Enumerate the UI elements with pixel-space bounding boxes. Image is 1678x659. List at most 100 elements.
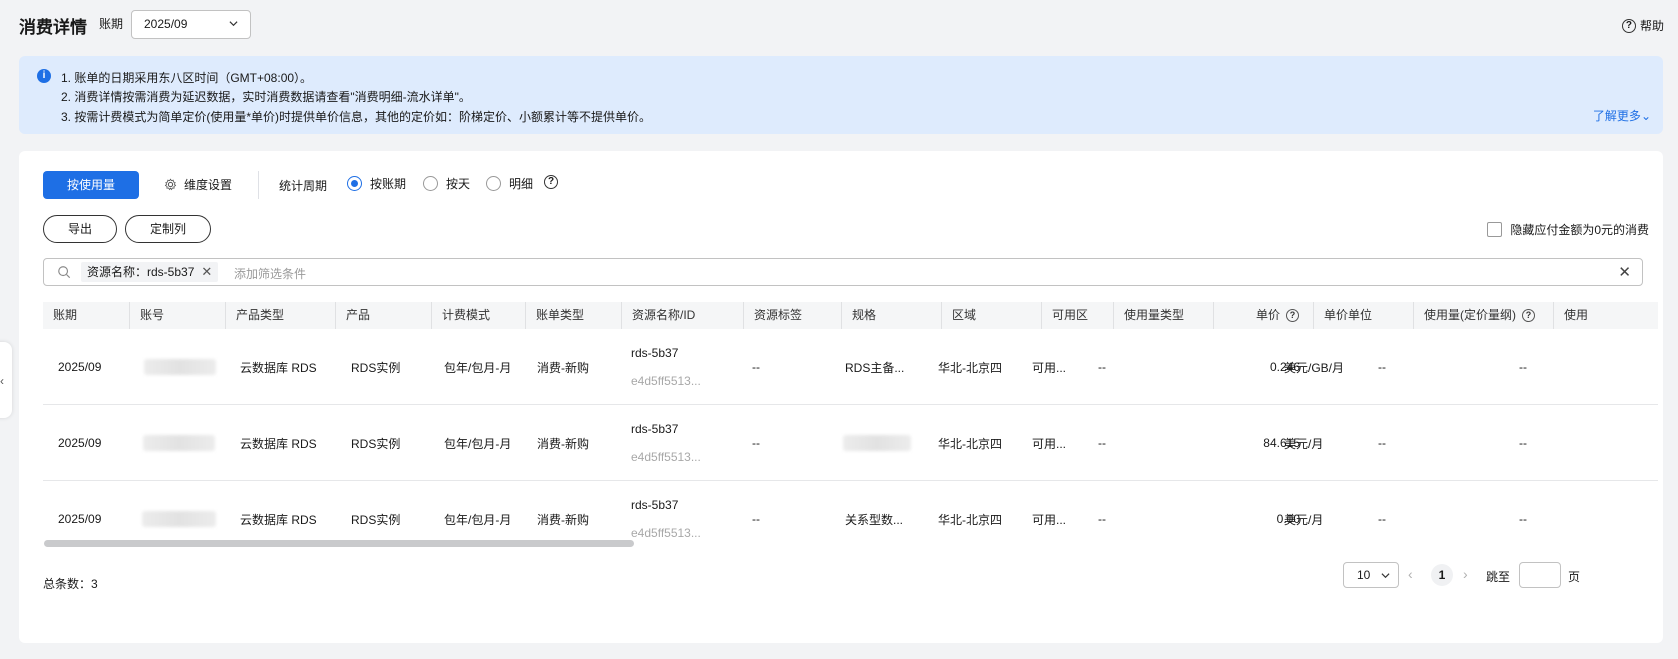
cell-usage2: --: [1519, 512, 1527, 526]
notice-line: 2. 消费详情按需消费为延迟数据，实时消费数据请查看"消费明细-流水详单"。: [61, 90, 471, 104]
by-usage-button[interactable]: 按使用量: [43, 171, 139, 199]
redacted-spec: [843, 435, 911, 451]
filter-search-bar[interactable]: 资源名称：rds-5b37 ✕ 添加筛选条件 ✕: [43, 258, 1643, 286]
column-header[interactable]: 规格: [841, 302, 941, 329]
custom-columns-button[interactable]: 定制列: [125, 215, 211, 243]
period-value: 2025/09: [144, 17, 188, 31]
cell-tags: --: [752, 512, 760, 526]
cell-az: 可用...: [1032, 360, 1067, 375]
info-icon: i: [37, 69, 51, 83]
column-header[interactable]: 产品类型: [225, 302, 335, 329]
column-header[interactable]: 产品: [335, 302, 431, 329]
cell-bill-type: 消费-新购: [537, 436, 589, 451]
page-unit-label: 页: [1568, 570, 1581, 584]
sidebar-collapse-handle[interactable]: ‹: [0, 342, 12, 418]
jump-label: 跳至: [1486, 570, 1511, 584]
cell-account: [144, 329, 216, 405]
redacted-account: [144, 359, 216, 375]
chevron-left-icon[interactable]: ‹: [1408, 566, 1413, 582]
column-header-unit-price[interactable]: 单价?: [1213, 302, 1313, 329]
resource-name[interactable]: rds-5b37: [631, 422, 678, 436]
filter-placeholder[interactable]: 添加筛选条件: [234, 265, 306, 282]
column-header[interactable]: 账期: [43, 302, 129, 329]
clear-icon[interactable]: ✕: [1618, 263, 1631, 281]
table-row[interactable]: 2025/09 云数据库 RDS RDS实例 包年/包月-月 消费-新购 rds…: [43, 329, 1658, 405]
cell-spec: [843, 405, 911, 481]
cell-price-unit: 美元/GB/月: [1284, 360, 1345, 375]
cell-usage-type: --: [1098, 436, 1106, 450]
hide-zero-label: 隐藏应付金额为0元的消费: [1510, 223, 1649, 237]
column-header[interactable]: 使用: [1553, 302, 1658, 329]
notice-banner: i 1. 账单的日期采用东八区时间（GMT+08:00）。 2. 消费详情按需消…: [19, 56, 1663, 134]
cell-product: RDS实例: [351, 360, 401, 375]
filter-chip[interactable]: 资源名称：rds-5b37 ✕: [81, 262, 219, 282]
cell-region: 华北-北京四: [938, 512, 1002, 527]
dimension-settings-label: 维度设置: [184, 178, 233, 192]
column-header[interactable]: 单价单位: [1313, 302, 1413, 329]
column-header[interactable]: 资源名称/ID: [621, 302, 743, 329]
total-count: 总条数：3: [43, 577, 98, 591]
radio-dot: [423, 176, 438, 191]
learn-more-link[interactable]: 了解更多⌄: [1593, 107, 1651, 124]
cell-spec: 关系型数...: [845, 512, 904, 527]
cell-resource: rds-5b37 e4d5ff5513...: [631, 329, 701, 405]
column-header[interactable]: 账单类型: [525, 302, 621, 329]
horizontal-scrollbar[interactable]: [44, 540, 634, 547]
cell-resource: rds-5b37 e4d5ff5513...: [631, 405, 701, 481]
column-header[interactable]: 账号: [129, 302, 225, 329]
cell-period: 2025/09: [58, 436, 102, 450]
dimension-settings-button[interactable]: 维度设置: [164, 176, 232, 193]
cell-account: [143, 405, 215, 481]
notice-line: 1. 账单的日期采用东八区时间（GMT+08:00）。: [61, 71, 313, 85]
page-size-select[interactable]: 10: [1343, 562, 1399, 588]
cell-usage2: --: [1519, 360, 1527, 374]
column-header[interactable]: 可用区: [1041, 302, 1113, 329]
filter-chip-label: 资源名称：rds-5b37: [87, 265, 195, 279]
help-link[interactable]: ? 帮助: [1621, 17, 1664, 34]
jump-page-input[interactable]: [1519, 562, 1561, 588]
column-header-usage[interactable]: 使用量(定价量纲)?: [1413, 302, 1553, 329]
cell-usage-type: --: [1098, 512, 1106, 526]
cell-product-type: 云数据库 RDS: [240, 436, 317, 451]
resource-name[interactable]: rds-5b37: [631, 346, 678, 360]
question-icon[interactable]: ?: [544, 175, 558, 189]
cell-az: 可用...: [1032, 512, 1067, 527]
chevron-right-icon[interactable]: ›: [1463, 566, 1468, 582]
table-row[interactable]: 2025/09 云数据库 RDS RDS实例 包年/包月-月 消费-新购 rds…: [43, 405, 1658, 481]
cell-region: 华北-北京四: [938, 360, 1002, 375]
cell-tags: --: [752, 360, 760, 374]
radio-detail[interactable]: 明细: [486, 175, 533, 192]
column-header[interactable]: 区域: [941, 302, 1041, 329]
page-number-current[interactable]: 1: [1431, 564, 1453, 586]
column-header[interactable]: 使用量类型: [1113, 302, 1213, 329]
search-icon: [58, 266, 71, 279]
export-button[interactable]: 导出: [43, 215, 117, 243]
cell-spec: RDS主备...: [845, 360, 905, 375]
hide-zero-toggle[interactable]: 隐藏应付金额为0元的消费: [1487, 221, 1649, 238]
cell-bill-type: 消费-新购: [537, 360, 589, 375]
column-header[interactable]: 资源标签: [743, 302, 841, 329]
cell-az: 可用...: [1032, 436, 1067, 451]
question-icon[interactable]: ?: [1286, 309, 1299, 323]
help-icon: ?: [1621, 18, 1636, 33]
hide-zero-checkbox[interactable]: [1487, 222, 1503, 237]
cell-product-type: 云数据库 RDS: [240, 360, 317, 375]
help-label: 帮助: [1639, 19, 1664, 33]
resource-name[interactable]: rds-5b37: [631, 498, 678, 512]
chevron-left-icon: ‹: [0, 374, 4, 388]
radio-by-period[interactable]: 按账期: [347, 175, 406, 192]
radio-dot: [486, 176, 501, 191]
cell-usage: --: [1378, 360, 1386, 374]
page-header: 消费详情 账期 2025/09 ? 帮助: [0, 0, 1678, 52]
column-header[interactable]: 计费模式: [431, 302, 525, 329]
radio-dot: [347, 176, 362, 191]
pagination: 10 ‹ 1 › 跳至 页: [1343, 562, 1663, 590]
period-select[interactable]: 2025/09: [131, 10, 251, 39]
page-title: 消费详情: [19, 18, 87, 37]
close-icon[interactable]: ✕: [201, 262, 212, 282]
radio-by-day[interactable]: 按天: [423, 175, 470, 192]
cell-region: 华北-北京四: [938, 436, 1002, 451]
question-icon[interactable]: ?: [1522, 309, 1535, 323]
resource-id: e4d5ff5513...: [631, 374, 701, 388]
redacted-account: [142, 511, 216, 527]
